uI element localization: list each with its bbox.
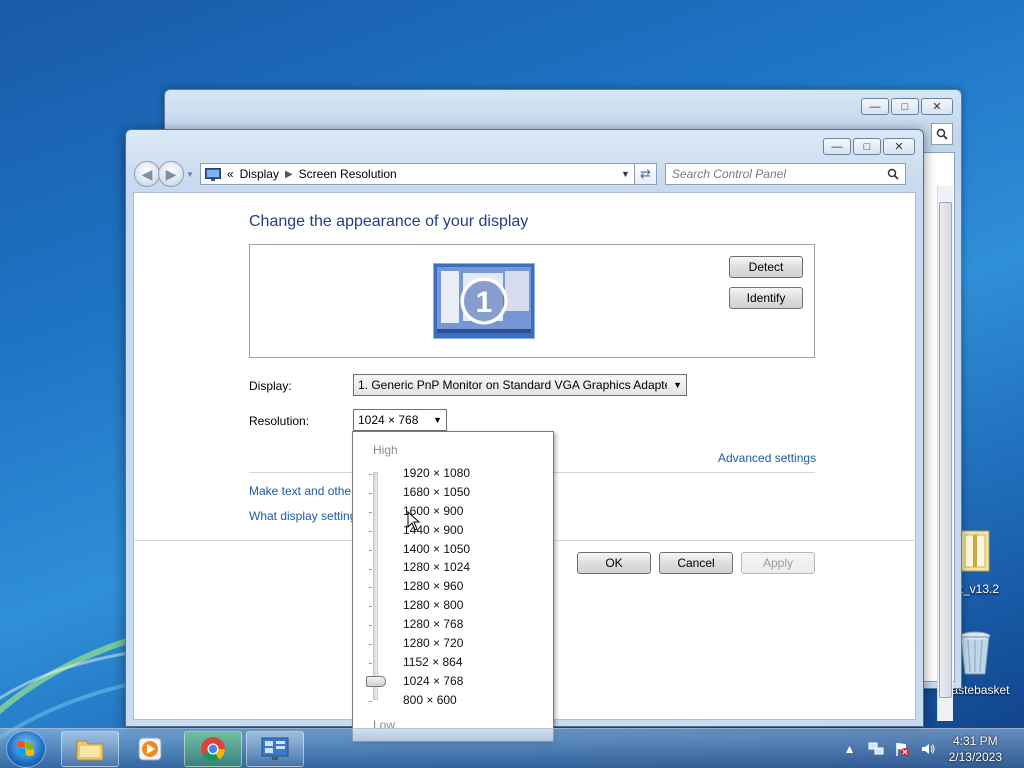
display-select[interactable]: 1. Generic PnP Monitor on Standard VGA G… [353,374,687,396]
refresh-button[interactable]: ⇄ [634,163,657,185]
navigation-bar: ◀ ▶ ▼ « Display ▶ Screen Resolution ▼ ⇄ … [134,160,915,188]
apply-button: Apply [741,552,815,574]
resolution-option[interactable]: 1920 × 1080 [403,464,470,483]
start-button[interactable] [6,730,46,768]
window-caption-buttons: — □ ✕ [823,138,915,155]
chrome-icon [201,737,225,762]
monitor-preview-box: 1 Detect Identify [249,244,815,358]
recent-pages-dropdown[interactable]: ▼ [186,170,194,179]
volume-icon[interactable] [919,741,937,757]
forward-button[interactable]: ▶ [158,161,184,187]
action-center-flag-icon[interactable] [893,741,911,757]
slider-tick [369,568,372,570]
search-input[interactable]: Search Control Panel [664,163,906,185]
identify-button[interactable]: Identify [729,287,803,309]
mouse-cursor-icon [407,511,421,531]
slider-tick [369,492,372,494]
resolution-option[interactable]: 1680 × 1050 [403,483,470,502]
slider-tick [369,511,372,513]
address-chevron[interactable]: « [227,167,234,181]
maximize-button[interactable]: □ [853,138,881,155]
taskbar-explorer-button[interactable] [61,731,119,767]
slider-tick [369,530,372,532]
vertical-scrollbar[interactable] [937,186,953,721]
background-window-caption-buttons: — □ ✕ [861,98,953,115]
breadcrumb-screen-resolution[interactable]: Screen Resolution [299,167,397,181]
resolution-option[interactable]: 800 × 600 [403,691,470,710]
taskbar-clock[interactable]: 4:31 PM 2/13/2023 [949,733,1002,765]
address-bar[interactable]: « Display ▶ Screen Resolution ▼ [199,163,635,185]
resolution-slider-thumb[interactable] [366,676,386,687]
resolution-option[interactable]: 1280 × 800 [403,596,470,615]
address-dropdown-icon[interactable]: ▼ [621,169,630,179]
search-icon[interactable] [931,123,953,145]
chevron-down-icon: ▼ [673,380,682,390]
resolution-option[interactable]: 1152 × 864 [403,653,470,672]
chevron-down-icon: ▼ [433,415,442,425]
back-button[interactable]: ◀ [134,161,160,187]
resolution-slider-track[interactable] [373,472,378,700]
slider-tick [369,474,372,475]
monitor-number: 1 [476,286,493,319]
slider-tick [369,606,372,608]
display-select-value: 1. Generic PnP Monitor on Standard VGA G… [358,378,668,392]
resolution-dropdown-popup[interactable]: High 1920 × 1080 1680 × 1050 1600 × 900 … [352,431,554,742]
monitor-1-icon[interactable]: 1 [433,263,535,339]
minimize-button[interactable]: — [861,98,889,115]
close-button[interactable]: ✕ [921,98,953,115]
folder-icon [76,740,104,761]
minimize-button[interactable]: — [823,138,851,155]
breadcrumb-separator-icon[interactable]: ▶ [285,169,293,180]
media-player-icon [138,737,162,761]
display-icon [204,167,221,181]
resolution-option[interactable]: 1280 × 768 [403,615,470,634]
resolution-option[interactable]: 1280 × 1024 [403,558,470,577]
resolution-option[interactable]: 1280 × 720 [403,634,470,653]
resolution-select-value: 1024 × 768 [358,413,419,427]
slider-tick [369,663,372,664]
resolution-select[interactable]: 1024 × 768 ▼ [353,409,447,431]
resolution-option-selected[interactable]: 1024 × 768 [403,672,470,691]
system-tray: ▲ 4:31 PM 2/13/2023 [837,729,1024,768]
slider-tick [369,700,372,702]
windows-logo-icon [18,741,34,756]
resolution-options: 1920 × 1080 1680 × 1050 1600 × 900 1440 … [403,464,470,710]
high-label: High [373,443,398,457]
taskbar-control-panel-button[interactable] [246,731,304,767]
scrollbar-thumb[interactable] [939,202,952,698]
search-placeholder: Search Control Panel [671,167,786,181]
maximize-button[interactable]: □ [891,98,919,115]
taskbar: ▲ 4:31 PM 2/13/2023 [0,728,1024,768]
search-icon[interactable] [887,168,899,180]
show-hidden-icons-icon[interactable]: ▲ [841,741,859,757]
slider-tick [369,587,372,589]
close-button[interactable]: ✕ [883,138,915,155]
clock-time: 4:31 PM [952,734,998,748]
taskbar-media-player-button[interactable] [121,731,179,767]
resolution-option[interactable]: 1400 × 1050 [403,540,470,559]
nav-arrows: ◀ ▶ ▼ [134,161,194,187]
clock-date: 2/13/2023 [948,750,1002,764]
network-icon[interactable] [867,741,885,757]
slider-tick [369,644,372,646]
cancel-button[interactable]: Cancel [659,552,733,574]
taskbar-chrome-button[interactable] [184,731,242,767]
display-settings-help-link[interactable]: What display setting [249,509,356,523]
ok-button[interactable]: OK [577,552,651,574]
resolution-label: Resolution: [249,414,310,428]
page-title: Change the appearance of your display [249,213,529,230]
slider-tick [369,549,372,551]
text-size-link[interactable]: Make text and other [249,484,355,498]
control-panel-icon [261,737,289,760]
detect-button[interactable]: Detect [729,256,803,278]
resolution-option[interactable]: 1280 × 960 [403,577,470,596]
recycle-bin-icon [959,631,991,675]
display-label: Display: [249,379,292,393]
slider-tick [369,625,372,627]
advanced-settings-link[interactable]: Advanced settings [718,451,816,465]
breadcrumb-display[interactable]: Display [240,167,279,181]
